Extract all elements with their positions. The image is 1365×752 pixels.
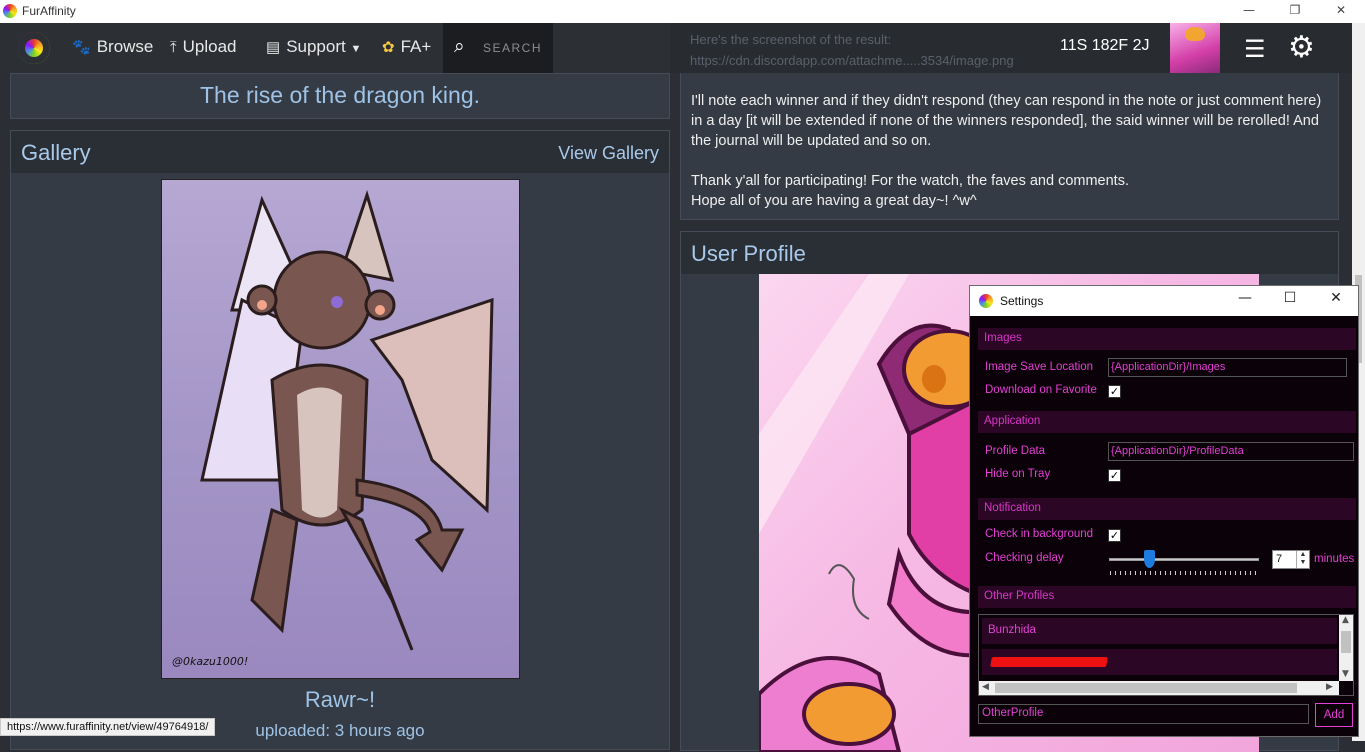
- gallery-heading: Gallery: [21, 140, 91, 165]
- profile-data-label: Profile Data: [985, 445, 1046, 457]
- checking-delay-stepper[interactable]: 7 ▲ ▼: [1272, 550, 1310, 569]
- paw-icon: 🐾: [72, 39, 91, 56]
- submission-caption[interactable]: Rawr~!: [11, 687, 669, 713]
- search-box[interactable]: ⌕ SEARCH: [443, 23, 553, 73]
- slider-thumb[interactable]: [1144, 550, 1155, 568]
- minimize-icon[interactable]: —: [1226, 0, 1272, 23]
- hide-on-tray-checkbox[interactable]: ✓: [1108, 469, 1121, 482]
- paws-icon: ✿: [382, 39, 395, 56]
- journal-faded-line1: Here's the screenshot of the result:: [690, 32, 892, 47]
- nav-browse[interactable]: 🐾 Browse: [72, 37, 153, 57]
- checking-delay-slider[interactable]: [1109, 558, 1259, 561]
- gear-icon[interactable]: ⚙: [1288, 30, 1315, 65]
- settings-close-icon[interactable]: ✕: [1316, 290, 1356, 306]
- gallery-header: Gallery View Gallery: [11, 131, 669, 173]
- spin-arrows-icon[interactable]: ▲ ▼: [1296, 551, 1309, 568]
- redaction-mark: [990, 657, 1108, 667]
- settings-maximize-icon[interactable]: ☐: [1270, 290, 1310, 306]
- journal-paragraph-1: I'll note each winner and if they didn't…: [691, 93, 1322, 149]
- settings-minimize-icon[interactable]: —: [1225, 290, 1265, 306]
- app-logo-icon: [3, 4, 17, 18]
- nav-upload[interactable]: ⤒ Upload: [170, 37, 237, 57]
- notification-counts[interactable]: 11S 182F 2J: [1060, 37, 1150, 55]
- settings-title-bar[interactable]: Settings — ☐ ✕: [970, 286, 1358, 316]
- scroll-left-icon[interactable]: ◀: [982, 682, 989, 692]
- download-on-favorite-checkbox[interactable]: ✓: [1108, 385, 1121, 398]
- list-item[interactable]: Bunzhida: [982, 618, 1337, 644]
- gallery-thumbnail[interactable]: @0kazu1000!: [161, 179, 520, 679]
- hide-on-tray-label: Hide on Tray: [985, 468, 1051, 480]
- nav-faplus[interactable]: ✿ FA+: [382, 37, 431, 57]
- nav-support[interactable]: ▤ Support ▼: [266, 37, 361, 57]
- nav-browse-label: Browse: [96, 37, 154, 56]
- settings-title: Settings: [1000, 294, 1044, 308]
- section-other-profiles: Other Profiles: [978, 586, 1356, 608]
- journal-wish-line: Hope all of you are having a great day~!…: [691, 193, 977, 209]
- chevron-down-icon: ▼: [350, 43, 362, 55]
- add-profile-button[interactable]: Add: [1315, 703, 1353, 727]
- site-navbar: 🐾 Browse ⤒ Upload ▤ Support ▼ ✿ FA+ ⌕ SEARCH: [0, 23, 670, 73]
- submission-title[interactable]: The rise of the dragon king.: [11, 82, 669, 109]
- status-url-tooltip: https://www.furaffinity.net/view/4976491…: [0, 718, 216, 736]
- download-on-favorite-label: Download on Favorite: [985, 384, 1097, 396]
- window-title: FurAffinity: [22, 4, 76, 18]
- restore-icon[interactable]: ❐: [1272, 0, 1318, 23]
- section-notification: Notification: [978, 498, 1356, 520]
- nav-support-label: Support: [286, 37, 346, 56]
- submission-title-panel: The rise of the dragon king.: [10, 73, 670, 119]
- hamburger-menu-icon[interactable]: ☰: [1244, 35, 1266, 63]
- scroll-down-icon[interactable]: ▼: [1342, 669, 1349, 679]
- support-icon: ▤: [266, 39, 281, 56]
- image-save-location-field[interactable]: {ApplicationDir}/Images: [1108, 358, 1347, 377]
- other-profiles-list[interactable]: Bunzhida ▲ ▼ ◀ ▶: [978, 614, 1354, 696]
- list-vertical-scrollbar[interactable]: ▲ ▼: [1339, 615, 1353, 681]
- check-background-label: Check in background: [985, 528, 1094, 540]
- search-icon: ⌕: [454, 35, 465, 57]
- user-profile-heading: User Profile: [691, 241, 806, 266]
- app-logo-icon: [979, 294, 993, 308]
- window-title-bar: FurAffinity — ❐ ✕: [0, 0, 1365, 23]
- scroll-right-icon[interactable]: ▶: [1326, 682, 1333, 692]
- user-profile-header: User Profile: [681, 232, 1338, 274]
- gallery-watermark: @0kazu1000!: [172, 655, 249, 668]
- other-profile-input[interactable]: OtherProfile: [978, 704, 1309, 724]
- section-images: Images: [978, 328, 1356, 350]
- nav-upload-label: Upload: [182, 37, 237, 56]
- section-application: Application: [978, 411, 1356, 433]
- topright-bar: Here's the screenshot of the result: htt…: [670, 23, 1352, 73]
- avatar[interactable]: [1170, 23, 1220, 73]
- checking-delay-label: Checking delay: [985, 552, 1064, 564]
- minutes-label: minutes: [1314, 553, 1355, 565]
- profile-data-field[interactable]: {ApplicationDir}/ProfileData: [1108, 442, 1354, 461]
- view-gallery-link[interactable]: View Gallery: [558, 143, 659, 164]
- journal-faded-link[interactable]: https://cdn.discordapp.com/attachme.....…: [690, 53, 1014, 68]
- slider-ticks: [1110, 571, 1258, 575]
- hscroll-thumb[interactable]: [995, 683, 1297, 693]
- vscroll-thumb[interactable]: [1341, 631, 1351, 653]
- search-input[interactable]: SEARCH: [483, 41, 542, 55]
- journal-panel: I'll note each winner and if they didn't…: [680, 73, 1339, 220]
- upload-icon: ⤒: [170, 39, 177, 56]
- close-icon[interactable]: ✕: [1318, 0, 1364, 23]
- bat-character-image: [200, 189, 494, 651]
- checking-delay-value[interactable]: 7: [1276, 553, 1282, 565]
- nav-faplus-label: FA+: [400, 37, 432, 56]
- furaffinity-logo-icon[interactable]: [18, 32, 50, 64]
- journal-thanks-line: Thank y'all for participating! For the w…: [691, 173, 1129, 189]
- scroll-up-icon[interactable]: ▲: [1342, 615, 1349, 625]
- gallery-panel: Gallery View Gallery @0kazu1000! Rawr~! …: [10, 130, 670, 750]
- settings-window: Settings — ☐ ✕ Images Image Save Locatio…: [969, 285, 1359, 737]
- list-horizontal-scrollbar[interactable]: ◀ ▶: [979, 681, 1339, 695]
- image-save-location-label: Image Save Location: [985, 361, 1094, 373]
- check-background-checkbox[interactable]: ✓: [1108, 529, 1121, 542]
